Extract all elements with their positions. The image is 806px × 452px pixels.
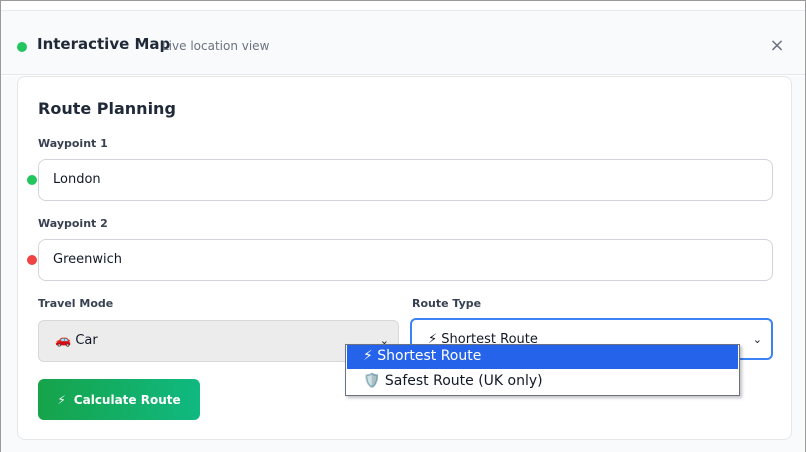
chevron-down-icon: ⌄ bbox=[752, 333, 762, 346]
waypoint1-label: Waypoint 1 bbox=[38, 137, 108, 150]
panel-title: Interactive Map bbox=[37, 35, 171, 53]
map-panel: Interactive Map Live location view × Rou… bbox=[0, 0, 806, 452]
calculate-route-label: Calculate Route bbox=[73, 392, 181, 407]
route-type-option-safest[interactable]: 🛡️ Safest Route (UK only) bbox=[347, 370, 738, 394]
waypoint2-input[interactable]: Greenwich bbox=[38, 239, 773, 281]
calculate-route-button[interactable]: ⚡ Calculate Route bbox=[38, 379, 200, 420]
travel-mode-label: Travel Mode bbox=[38, 297, 114, 310]
waypoint2-marker-icon bbox=[27, 255, 37, 265]
waypoint1-marker-icon bbox=[27, 175, 37, 185]
lightning-icon: ⚡ bbox=[57, 392, 66, 407]
section-title: Route Planning bbox=[38, 99, 176, 118]
route-type-dropdown: ⚡ Shortest Route 🛡️ Safest Route (UK onl… bbox=[345, 344, 740, 396]
close-icon[interactable]: × bbox=[765, 35, 789, 59]
live-status-dot bbox=[17, 42, 27, 52]
waypoint1-input[interactable]: London bbox=[38, 159, 773, 201]
route-type-option-shortest[interactable]: ⚡ Shortest Route bbox=[347, 345, 738, 369]
window-top-strip bbox=[1, 1, 805, 11]
route-type-label: Route Type bbox=[412, 297, 482, 310]
panel-subtitle: Live location view bbox=[162, 39, 270, 53]
waypoint2-label: Waypoint 2 bbox=[38, 217, 108, 230]
panel-header: Interactive Map Live location view × bbox=[1, 11, 805, 75]
travel-mode-value: 🚗 Car bbox=[55, 333, 98, 348]
